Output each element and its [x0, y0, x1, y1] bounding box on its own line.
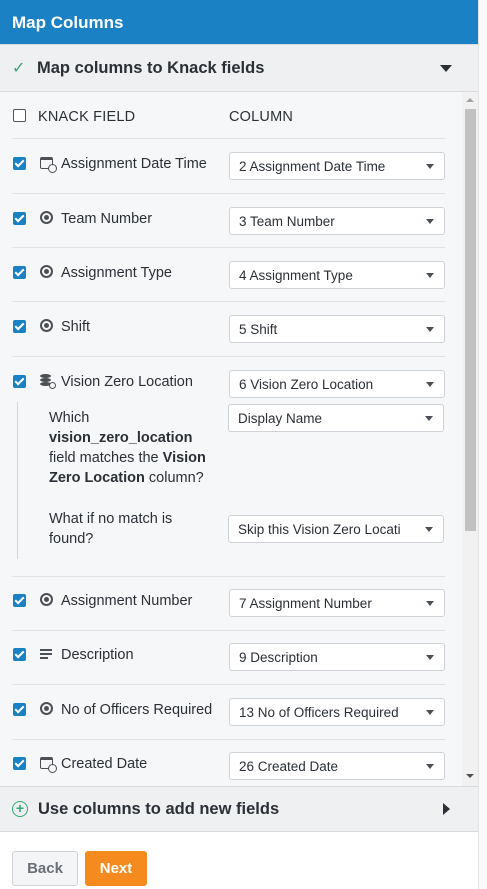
- caret-down-icon: [440, 65, 452, 72]
- field-row-assignment-type: Assignment Type 4 Assignment Type: [12, 247, 445, 301]
- scroll-up-arrow-icon[interactable]: [466, 98, 474, 102]
- map-section-title: Map columns to Knack fields: [37, 58, 265, 77]
- background-page-edge: [478, 0, 487, 889]
- scrollbar-thumb[interactable]: [465, 109, 476, 531]
- field-checkbox[interactable]: [13, 703, 26, 716]
- connection-search-icon: [38, 373, 56, 389]
- next-button[interactable]: Next: [85, 851, 147, 886]
- calendar-clock-icon: [38, 155, 57, 173]
- column-select[interactable]: 6 Vision Zero Location: [229, 370, 445, 398]
- new-fields-section-title: Use columns to add new fields: [38, 799, 280, 818]
- field-row-shift: Shift 5 Shift: [12, 301, 445, 356]
- plus-circle-icon: +: [12, 801, 28, 817]
- radio-icon: [38, 210, 54, 226]
- field-checkbox[interactable]: [13, 594, 26, 607]
- calendar-clock-icon: [38, 755, 57, 773]
- field-name: Assignment Type: [61, 265, 172, 281]
- column-select[interactable]: 26 Created Date: [229, 752, 445, 780]
- field-row-assignment-number: Assignment Number 7 Assignment Number: [12, 576, 445, 630]
- field-checkbox[interactable]: [13, 157, 26, 170]
- caret-right-icon: [443, 803, 450, 815]
- column-select[interactable]: 9 Description: [229, 643, 445, 671]
- column-header: COLUMN: [229, 109, 294, 125]
- field-name: Team Number: [61, 211, 153, 227]
- field-row-vision-zero-location: Vision Zero Location 6 Vision Zero Locat…: [12, 356, 445, 576]
- select-all-checkbox[interactable]: [13, 109, 26, 122]
- field-checkbox[interactable]: [13, 320, 26, 333]
- column-select[interactable]: 2 Assignment Date Time: [229, 152, 445, 180]
- panel-title: Map Columns: [12, 13, 124, 32]
- column-select[interactable]: 5 Shift: [229, 315, 445, 343]
- field-name: Created Date: [61, 756, 148, 772]
- radio-icon: [38, 701, 54, 717]
- radio-icon: [38, 264, 54, 280]
- field-checkbox[interactable]: [13, 212, 26, 225]
- radio-icon: [38, 592, 54, 608]
- field-row-created-date: Created Date 26 Created Date: [12, 739, 445, 786]
- field-row-description: Description 9 Description: [12, 630, 445, 684]
- field-name: Vision Zero Location: [61, 374, 193, 390]
- footer: Back Next: [0, 832, 478, 889]
- column-select[interactable]: 4 Assignment Type: [229, 261, 445, 289]
- checkmark-icon: ✓: [12, 60, 26, 77]
- field-row-team-number: Team Number 3 Team Number: [12, 193, 445, 247]
- column-select[interactable]: 7 Assignment Number: [229, 589, 445, 617]
- scroll-down-arrow-icon[interactable]: [466, 774, 474, 778]
- column-headers: KNACK FIELD COLUMN: [0, 92, 478, 139]
- field-name: Assignment Date Time: [61, 156, 207, 172]
- match-field-select[interactable]: Display Name: [228, 404, 444, 432]
- add-new-fields-section-toggle[interactable]: + Use columns to add new fields: [0, 786, 478, 832]
- field-name: Assignment Number: [61, 593, 193, 609]
- field-row-assignment-date-time: Assignment Date Time 2 Assignment Date T…: [12, 138, 445, 193]
- field-checkbox[interactable]: [13, 757, 26, 770]
- map-columns-section-toggle[interactable]: ✓ Map columns to Knack fields: [0, 44, 478, 92]
- field-row-no-of-officers-required: No of Officers Required 13 No of Officer…: [12, 684, 445, 739]
- paragraph-icon: [38, 646, 54, 662]
- field-checkbox[interactable]: [13, 648, 26, 661]
- field-name: No of Officers Required: [61, 702, 213, 718]
- no-match-question: What if no match is found?: [49, 511, 173, 547]
- back-button[interactable]: Back: [12, 851, 78, 886]
- knack-field-header: KNACK FIELD: [38, 109, 136, 125]
- field-checkbox[interactable]: [13, 266, 26, 279]
- field-mapping-list[interactable]: KNACK FIELD COLUMN Assignment Date Time …: [0, 92, 478, 786]
- column-select[interactable]: 3 Team Number: [229, 207, 445, 235]
- field-name: Description: [61, 647, 134, 663]
- radio-icon: [38, 318, 54, 334]
- field-name: Shift: [61, 319, 91, 335]
- no-match-select[interactable]: Skip this Vision Zero Locati: [228, 515, 444, 543]
- panel-header: Map Columns: [0, 0, 478, 44]
- match-field-question: Which vision_zero_location field matches…: [49, 410, 206, 486]
- field-checkbox[interactable]: [13, 375, 26, 388]
- column-select[interactable]: 13 No of Officers Required: [229, 698, 445, 726]
